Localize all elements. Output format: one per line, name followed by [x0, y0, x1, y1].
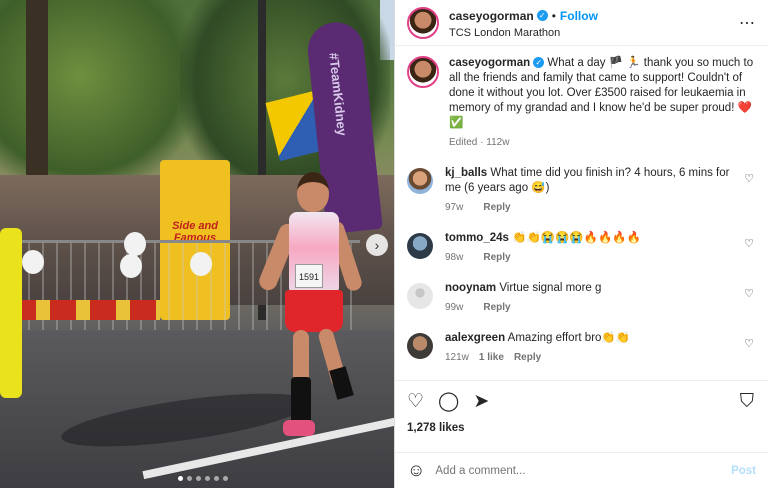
- comment-body: tommo_24s 👏👏😭😭😭🔥🔥🔥🔥 98w Reply: [445, 231, 756, 263]
- reply-button[interactable]: Reply: [483, 202, 510, 213]
- header-texts: caseyogorman ✓ • Follow TCS London Marathon: [449, 7, 739, 39]
- avatar[interactable]: [407, 56, 439, 88]
- more-options-icon[interactable]: ⋯: [739, 13, 756, 33]
- likes-count[interactable]: 1,278 likes: [395, 422, 768, 452]
- carousel-dot: [178, 476, 183, 481]
- carousel-dot: [214, 476, 219, 481]
- post-photo[interactable]: #TeamKidney Side and Famous 1591 ›: [0, 0, 394, 488]
- runner-shorts: [285, 290, 343, 332]
- comment-icon[interactable]: ◯: [438, 392, 459, 411]
- carousel-dot: [187, 476, 192, 481]
- heart-icon[interactable]: ♡: [744, 237, 754, 250]
- share-icon[interactable]: ➤: [473, 392, 489, 411]
- action-bar: ♡ ◯ ➤ ⛉: [395, 380, 768, 422]
- caption-body: caseyogorman ✓ What a day 🏴 🏃 thank you s…: [449, 56, 756, 148]
- emoji-icon[interactable]: ☺: [407, 460, 425, 481]
- heart-icon[interactable]: ♡: [744, 337, 754, 350]
- comment-username[interactable]: kj_balls: [445, 167, 487, 179]
- avatar[interactable]: [407, 283, 433, 309]
- comment-body: kj_balls What time did you finish in? 4 …: [445, 166, 756, 213]
- comment-row: nooynam Virtue signal more g 99w Reply ♡: [407, 281, 756, 313]
- comment-meta: 121w 1 like Reply: [445, 352, 738, 363]
- comment-likes[interactable]: 1 like: [479, 352, 504, 363]
- timestamp: 97w: [445, 202, 464, 213]
- timestamp: 112w: [486, 137, 510, 148]
- purple-flag-text: #TeamKidney: [326, 51, 350, 137]
- reply-button[interactable]: Reply: [514, 352, 541, 363]
- comment-meta: 97w Reply: [445, 202, 738, 213]
- post-panel: caseyogorman ✓ • Follow TCS London Marathon…: [394, 0, 768, 488]
- verified-icon: ✓: [536, 9, 548, 21]
- race-bib: 1591: [295, 264, 323, 288]
- carousel-dot: [205, 476, 210, 481]
- heart-icon[interactable]: ♡: [744, 287, 754, 300]
- carousel-dot: [196, 476, 201, 481]
- separator: •: [551, 8, 556, 23]
- avatar[interactable]: [407, 333, 433, 359]
- runner: 1591: [256, 172, 365, 442]
- comment-text: What time did you finish in? 4 hours, 6 …: [445, 167, 730, 194]
- comment-username[interactable]: nooynam: [445, 282, 496, 294]
- balloon: [120, 254, 142, 278]
- comment-input[interactable]: [435, 464, 732, 477]
- barrier-banner: [10, 300, 160, 320]
- tree-trunk: [26, 0, 48, 200]
- username-link[interactable]: caseyogorman: [449, 9, 534, 23]
- avatar[interactable]: [407, 168, 433, 194]
- separator: ·: [480, 137, 484, 148]
- timestamp: 121w: [445, 352, 469, 363]
- comment-row: aalexgreen Amazing effort bro👏👏 121w 1 lik…: [407, 331, 756, 363]
- comment-text: 👏👏😭😭😭🔥🔥🔥🔥: [512, 232, 641, 244]
- heart-icon[interactable]: ♡: [744, 172, 754, 185]
- post-header: caseyogorman ✓ • Follow TCS London Marathon…: [395, 0, 768, 46]
- carousel-dot: [223, 476, 228, 481]
- runner-head: [297, 172, 329, 212]
- runner-shoe: [283, 420, 315, 436]
- reply-button[interactable]: Reply: [483, 302, 510, 313]
- timestamp: 98w: [445, 252, 464, 263]
- instagram-post: #TeamKidney Side and Famous 1591 › casey…: [0, 0, 768, 488]
- timestamp: 99w: [445, 302, 464, 313]
- carousel-dots: [178, 476, 228, 481]
- spectator: [0, 228, 22, 398]
- balloon: [190, 252, 212, 276]
- caption-username[interactable]: caseyogorman: [449, 57, 530, 69]
- comment-meta: 99w Reply: [445, 302, 738, 313]
- bookmark-icon[interactable]: ⛉: [740, 392, 754, 411]
- follow-button[interactable]: Follow: [560, 9, 598, 23]
- comment-body: aalexgreen Amazing effort bro👏👏 121w 1 lik…: [445, 331, 756, 363]
- comment-username[interactable]: tommo_24s: [445, 232, 509, 244]
- comment-body: nooynam Virtue signal more g 99w Reply: [445, 281, 756, 313]
- location-link[interactable]: TCS London Marathon: [449, 27, 739, 39]
- caption: caseyogorman ✓ What a day 🏴 🏃 thank you s…: [407, 56, 756, 148]
- comment-row: kj_balls What time did you finish in? 4 …: [407, 166, 756, 213]
- avatar[interactable]: [407, 6, 439, 39]
- verified-icon: ✓: [533, 57, 545, 69]
- heart-icon[interactable]: ♡: [407, 392, 424, 411]
- caption-meta: Edited · 112w: [449, 137, 756, 148]
- comment-text: Virtue signal more g: [499, 282, 602, 294]
- post-button[interactable]: Post: [731, 465, 756, 477]
- comments-list[interactable]: caseyogorman ✓ What a day 🏴 🏃 thank you s…: [395, 46, 768, 380]
- comment-username[interactable]: aalexgreen: [445, 332, 505, 344]
- comment-text: Amazing effort bro👏👏: [507, 332, 631, 344]
- balloon: [22, 250, 44, 274]
- comment-row: tommo_24s 👏👏😭😭😭🔥🔥🔥🔥 98w Reply ♡: [407, 231, 756, 263]
- reply-button[interactable]: Reply: [483, 252, 510, 263]
- balloon: [124, 232, 146, 256]
- comment-meta: 98w Reply: [445, 252, 738, 263]
- edited-label: Edited: [449, 137, 478, 148]
- carousel-next-button[interactable]: ›: [366, 234, 388, 256]
- runner-sock: [329, 366, 354, 400]
- avatar[interactable]: [407, 233, 433, 259]
- add-comment-bar: ☺ Post: [395, 452, 768, 488]
